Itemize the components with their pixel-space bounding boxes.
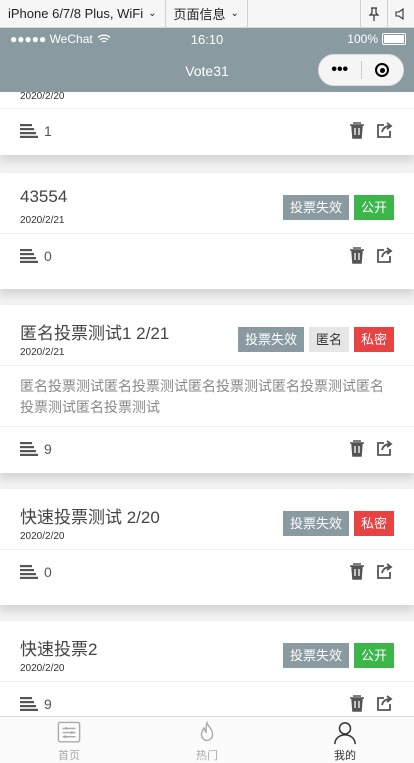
chevron-down-icon: ⌄ bbox=[148, 8, 157, 19]
page-info-selector[interactable]: 页面信息 ⌄ bbox=[166, 0, 247, 27]
vote-list[interactable]: 2020/2/20 1 43554 2020/2/21 投票失效 公开 0 匿名… bbox=[0, 92, 414, 716]
expired-badge: 投票失效 bbox=[282, 643, 349, 668]
expired-badge: 投票失效 bbox=[282, 195, 349, 220]
private-badge: 私密 bbox=[353, 327, 394, 352]
share-icon[interactable] bbox=[376, 121, 394, 139]
more-menu-button[interactable]: ••• bbox=[319, 61, 361, 79]
trash-icon[interactable] bbox=[348, 562, 366, 580]
tab-bar: 首页 热门 我的 bbox=[0, 716, 414, 763]
device-selector-label: iPhone 6/7/8 Plus, WiFi bbox=[8, 6, 144, 21]
close-miniprogram-button[interactable] bbox=[362, 63, 404, 77]
trash-icon[interactable] bbox=[348, 694, 366, 712]
expired-badge: 投票失效 bbox=[237, 327, 304, 352]
vote-card[interactable]: 43554 2020/2/21 投票失效 公开 0 bbox=[0, 173, 414, 289]
devtools-toolbar: iPhone 6/7/8 Plus, WiFi ⌄ 页面信息 ⌄ bbox=[0, 0, 414, 28]
vote-card[interactable]: 匿名投票测试1 2/21 2020/2/21 投票失效 匿名 私密 匿名投票测试… bbox=[0, 305, 414, 473]
list-bars-icon bbox=[20, 697, 38, 711]
share-icon[interactable] bbox=[376, 562, 394, 580]
vote-date: 2020/2/20 bbox=[20, 531, 65, 542]
public-badge: 公开 bbox=[353, 643, 394, 668]
vote-title: 匿名投票测试1 2/21 bbox=[20, 324, 170, 343]
vote-count: 9 bbox=[44, 441, 52, 457]
vote-date: 2020/2/21 bbox=[20, 347, 65, 358]
vote-card[interactable]: 快速投票测试 2/20 2020/2/20 投票失效 私密 0 bbox=[0, 489, 414, 605]
vote-count: 0 bbox=[44, 248, 52, 264]
share-icon[interactable] bbox=[376, 694, 394, 712]
divider bbox=[246, 0, 248, 27]
device-selector[interactable]: iPhone 6/7/8 Plus, WiFi ⌄ bbox=[0, 0, 165, 27]
expired-badge: 投票失效 bbox=[282, 511, 349, 536]
trash-icon[interactable] bbox=[348, 439, 366, 457]
vote-card[interactable]: 2020/2/20 1 bbox=[0, 92, 414, 155]
trash-icon[interactable] bbox=[348, 121, 366, 139]
public-badge: 公开 bbox=[353, 195, 394, 220]
navigation-bar: Vote31 ••• bbox=[0, 50, 414, 92]
list-bars-icon bbox=[20, 442, 38, 456]
tab-mine-label: 我的 bbox=[334, 750, 356, 762]
status-bar: ●●●●● WeChat 16:10 100% bbox=[0, 28, 414, 50]
share-icon[interactable] bbox=[376, 246, 394, 264]
vote-title: 快速投票测试 2/20 bbox=[20, 508, 160, 527]
list-bars-icon bbox=[20, 565, 38, 579]
vote-count: 1 bbox=[44, 123, 52, 139]
tab-home-label: 首页 bbox=[58, 750, 80, 762]
list-bars-icon bbox=[20, 124, 38, 138]
flame-icon bbox=[200, 721, 214, 741]
tab-hot-label: 热门 bbox=[196, 750, 218, 762]
anonymous-badge: 匿名 bbox=[308, 327, 349, 352]
private-badge: 私密 bbox=[353, 511, 394, 536]
page-title: Vote31 bbox=[185, 63, 229, 79]
home-list-icon bbox=[57, 721, 81, 743]
vote-description: 匿名投票测试匿名投票测试匿名投票测试匿名投票测试匿名投票测试匿名投票测试 bbox=[0, 366, 414, 427]
battery-icon bbox=[382, 33, 406, 45]
tab-mine[interactable]: 我的 bbox=[276, 717, 414, 763]
page-info-label: 页面信息 bbox=[173, 7, 226, 22]
more-dots-icon: ••• bbox=[331, 61, 349, 78]
pin-icon[interactable] bbox=[361, 0, 387, 27]
vote-title: 43554 bbox=[20, 187, 68, 206]
vote-count: 9 bbox=[44, 696, 52, 712]
vote-date: 2020/2/21 bbox=[20, 215, 65, 226]
target-icon bbox=[375, 63, 390, 77]
user-icon bbox=[334, 722, 356, 745]
vote-date: 2020/2/20 bbox=[20, 663, 65, 674]
vote-date: 2020/2/20 bbox=[20, 92, 65, 102]
chevron-down-icon: ⌄ bbox=[230, 8, 239, 19]
tab-hot[interactable]: 热门 bbox=[138, 717, 276, 763]
share-icon[interactable] bbox=[376, 439, 394, 457]
tab-home[interactable]: 首页 bbox=[0, 717, 138, 763]
status-time: 16:10 bbox=[190, 31, 224, 47]
miniprogram-capsule: ••• bbox=[318, 54, 404, 86]
mute-icon[interactable] bbox=[388, 0, 414, 27]
vote-title: 快速投票2 bbox=[20, 640, 98, 659]
vote-count: 0 bbox=[44, 564, 52, 580]
trash-icon[interactable] bbox=[348, 246, 366, 264]
list-bars-icon bbox=[20, 249, 38, 263]
vote-card[interactable]: 快速投票2 2020/2/20 投票失效 公开 9 bbox=[0, 621, 414, 716]
